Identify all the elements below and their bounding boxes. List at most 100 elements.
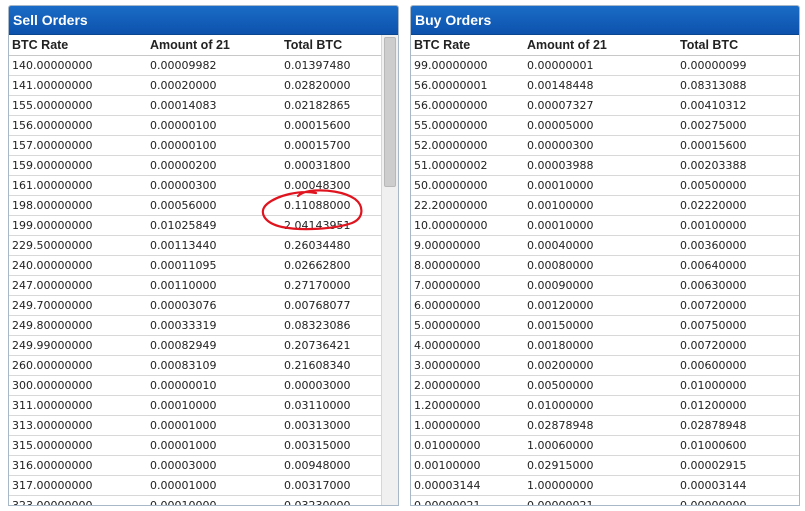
table-row[interactable]: 155.00000000 0.00014083 0.02182865 — [9, 96, 382, 116]
table-row[interactable]: 249.99000000 0.00082949 0.20736421 — [9, 336, 382, 356]
cell-total-btc: 0.02820000 — [284, 79, 351, 92]
cell-btc-rate: 1.20000000 — [414, 399, 481, 412]
cell-btc-rate: 2.00000000 — [414, 379, 481, 392]
table-row[interactable]: 55.00000000 0.00005000 0.00275000 — [411, 116, 799, 136]
cell-total-btc: 0.08313088 — [680, 79, 747, 92]
table-row[interactable]: 7.00000000 0.00090000 0.00630000 — [411, 276, 799, 296]
sell-scrollbar-thumb[interactable] — [384, 37, 396, 187]
cell-amount: 0.00010000 — [150, 399, 217, 412]
cell-total-btc: 0.00203388 — [680, 159, 747, 172]
table-row[interactable]: 99.00000000 0.00000001 0.00000099 — [411, 56, 799, 76]
buy-column-headers: BTC Rate Amount of 21 Total BTC — [411, 35, 799, 56]
cell-btc-rate: 56.00000001 — [414, 79, 488, 92]
table-row[interactable]: 0.00000021 0.00000021 0.00000000 — [411, 496, 799, 505]
column-header-btc-rate[interactable]: BTC Rate — [414, 38, 470, 52]
table-row[interactable]: 56.00000001 0.00148448 0.08313088 — [411, 76, 799, 96]
table-row[interactable]: 260.00000000 0.00083109 0.21608340 — [9, 356, 382, 376]
cell-total-btc: 0.00100000 — [680, 219, 747, 232]
cell-btc-rate: 10.00000000 — [414, 219, 488, 232]
cell-btc-rate: 260.00000000 — [12, 359, 93, 372]
table-row[interactable]: 0.00003144 1.00000000 0.00003144 — [411, 476, 799, 496]
table-row[interactable]: 9.00000000 0.00040000 0.00360000 — [411, 236, 799, 256]
cell-total-btc: 0.03230000 — [284, 499, 350, 505]
cell-btc-rate: 155.00000000 — [12, 99, 93, 112]
cell-btc-rate: 141.00000000 — [12, 79, 93, 92]
cell-btc-rate: 247.00000000 — [12, 279, 93, 292]
table-row[interactable]: 315.00000000 0.00001000 0.00315000 — [9, 436, 382, 456]
column-header-total-btc[interactable]: Total BTC — [680, 38, 738, 52]
table-row[interactable]: 249.80000000 0.00033319 0.08323086 — [9, 316, 382, 336]
table-row[interactable]: 199.00000000 0.01025849 2.04143951 — [9, 216, 382, 236]
table-row[interactable]: 159.00000000 0.00000200 0.00031800 — [9, 156, 382, 176]
column-header-btc-rate[interactable]: BTC Rate — [12, 38, 68, 52]
table-row[interactable]: 316.00000000 0.00003000 0.00948000 — [9, 456, 382, 476]
table-row[interactable]: 22.20000000 0.00100000 0.02220000 — [411, 196, 799, 216]
cell-btc-rate: 311.00000000 — [12, 399, 93, 412]
cell-btc-rate: 249.99000000 — [12, 339, 93, 352]
table-row[interactable]: 229.50000000 0.00113440 0.26034480 — [9, 236, 382, 256]
sell-scrollbar[interactable] — [381, 35, 398, 505]
cell-total-btc: 0.00015700 — [284, 139, 351, 152]
cell-total-btc: 0.00002915 — [680, 459, 747, 472]
cell-btc-rate: 8.00000000 — [414, 259, 481, 272]
table-row[interactable]: 52.00000000 0.00000300 0.00015600 — [411, 136, 799, 156]
cell-btc-rate: 51.00000002 — [414, 159, 488, 172]
cell-amount: 0.00110000 — [150, 279, 217, 292]
table-row[interactable]: 0.01000000 1.00060000 0.01000600 — [411, 436, 799, 456]
table-row[interactable]: 6.00000000 0.00120000 0.00720000 — [411, 296, 799, 316]
table-row[interactable]: 249.70000000 0.00003076 0.00768077 — [9, 296, 382, 316]
cell-total-btc: 0.21608340 — [284, 359, 351, 372]
cell-btc-rate: 240.00000000 — [12, 259, 93, 272]
cell-amount: 0.00010000 — [527, 179, 594, 192]
cell-total-btc: 0.00948000 — [284, 459, 351, 472]
table-row[interactable]: 1.00000000 0.02878948 0.02878948 — [411, 416, 799, 436]
cell-amount: 0.00003000 — [150, 459, 217, 472]
table-row[interactable]: 4.00000000 0.00180000 0.00720000 — [411, 336, 799, 356]
cell-amount: 0.00001000 — [150, 419, 217, 432]
table-row[interactable]: 198.00000000 0.00056000 0.11088000 — [9, 196, 382, 216]
cell-amount: 0.00100000 — [527, 199, 594, 212]
table-row[interactable]: 1.20000000 0.01000000 0.01200000 — [411, 396, 799, 416]
buy-orders-panel: Buy Orders BTC Rate Amount of 21 Total B… — [410, 5, 800, 506]
table-row[interactable]: 313.00000000 0.00001000 0.00313000 — [9, 416, 382, 436]
cell-btc-rate: 5.00000000 — [414, 319, 481, 332]
cell-total-btc: 0.00003000 — [284, 379, 351, 392]
table-row[interactable]: 0.00100000 0.02915000 0.00002915 — [411, 456, 799, 476]
cell-amount: 0.00056000 — [150, 199, 217, 212]
cell-btc-rate: 315.00000000 — [12, 439, 93, 452]
table-row[interactable]: 157.00000000 0.00000100 0.00015700 — [9, 136, 382, 156]
table-row[interactable]: 240.00000000 0.00011095 0.02662800 — [9, 256, 382, 276]
cell-amount: 0.00010000 — [150, 499, 216, 505]
cell-btc-rate: 7.00000000 — [414, 279, 481, 292]
column-header-amount[interactable]: Amount of 21 — [527, 38, 607, 52]
table-row[interactable]: 50.00000000 0.00010000 0.00500000 — [411, 176, 799, 196]
column-header-amount[interactable]: Amount of 21 — [150, 38, 230, 52]
table-row[interactable]: 56.00000000 0.00007327 0.00410312 — [411, 96, 799, 116]
cell-amount: 0.00500000 — [527, 379, 594, 392]
cell-amount: 0.00148448 — [527, 79, 594, 92]
table-row[interactable]: 10.00000000 0.00010000 0.00100000 — [411, 216, 799, 236]
cell-btc-rate: 99.00000000 — [414, 59, 488, 72]
cell-total-btc: 0.00275000 — [680, 119, 747, 132]
cell-btc-rate: 316.00000000 — [12, 459, 93, 472]
table-row[interactable]: 141.00000000 0.00020000 0.02820000 — [9, 76, 382, 96]
table-row[interactable]: 300.00000000 0.00000010 0.00003000 — [9, 376, 382, 396]
table-row[interactable]: 2.00000000 0.00500000 0.01000000 — [411, 376, 799, 396]
cell-btc-rate: 50.00000000 — [414, 179, 488, 192]
table-row[interactable]: 311.00000000 0.00010000 0.03110000 — [9, 396, 382, 416]
table-row[interactable]: 317.00000000 0.00001000 0.00317000 — [9, 476, 382, 496]
table-row[interactable]: 247.00000000 0.00110000 0.27170000 — [9, 276, 382, 296]
table-row[interactable]: 323.00000000 0.00010000 0.03230000 — [9, 496, 382, 505]
cell-total-btc: 0.00015600 — [680, 139, 747, 152]
cell-amount: 0.00082949 — [150, 339, 217, 352]
column-header-total-btc[interactable]: Total BTC — [284, 38, 342, 52]
cell-btc-rate: 159.00000000 — [12, 159, 93, 172]
table-row[interactable]: 51.00000002 0.00003988 0.00203388 — [411, 156, 799, 176]
table-row[interactable]: 156.00000000 0.00000100 0.00015600 — [9, 116, 382, 136]
table-row[interactable]: 161.00000000 0.00000300 0.00048300 — [9, 176, 382, 196]
table-row[interactable]: 140.00000000 0.00009982 0.01397480 — [9, 56, 382, 76]
table-row[interactable]: 8.00000000 0.00080000 0.00640000 — [411, 256, 799, 276]
cell-amount: 0.00014083 — [150, 99, 217, 112]
table-row[interactable]: 3.00000000 0.00200000 0.00600000 — [411, 356, 799, 376]
table-row[interactable]: 5.00000000 0.00150000 0.00750000 — [411, 316, 799, 336]
